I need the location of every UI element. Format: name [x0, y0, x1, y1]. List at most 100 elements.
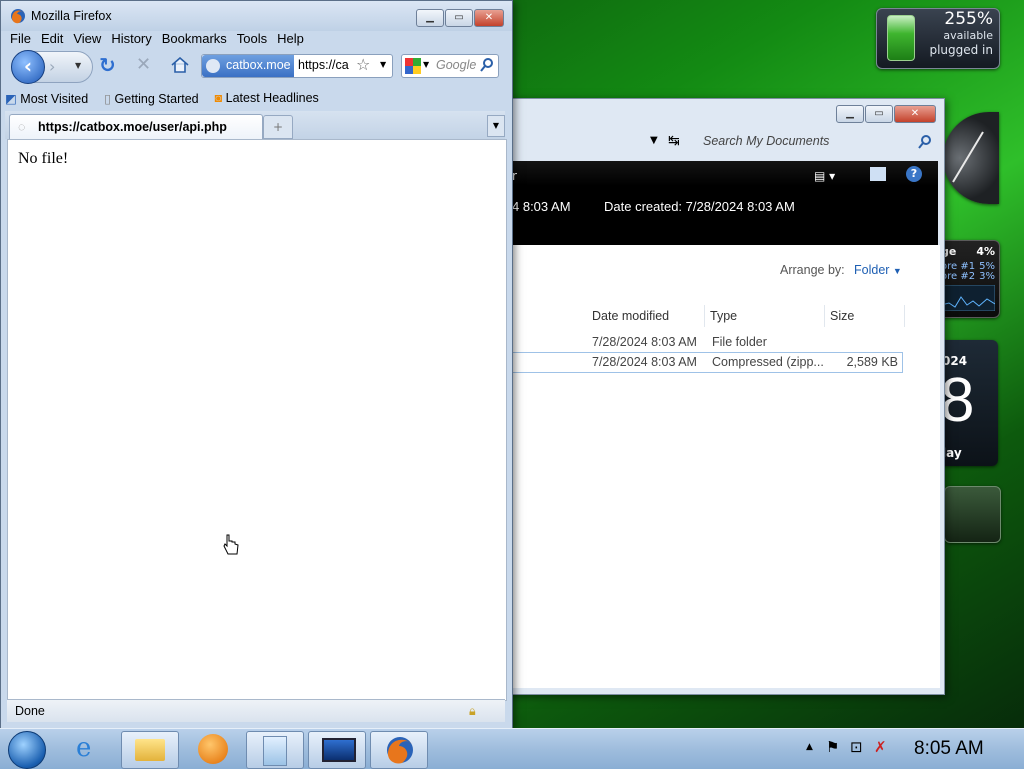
lock-icon: 🔒︎: [469, 704, 476, 718]
views-icon[interactable]: ▤ ▾: [814, 169, 835, 183]
preview-pane-icon[interactable]: [870, 167, 886, 181]
menu-help[interactable]: Help: [272, 30, 309, 48]
documents-icon: [263, 736, 287, 766]
explorer-minimize-button[interactable]: ▁: [836, 105, 864, 123]
firefox-icon: [11, 9, 25, 24]
start-orb-icon[interactable]: [8, 731, 46, 769]
bookmark-folder-icon: ◩: [5, 91, 17, 106]
history-dropdown-icon[interactable]: ▼: [75, 61, 81, 70]
firefox-icon: [387, 737, 413, 764]
feed-gadget[interactable]: [944, 486, 1001, 543]
taskbar-explorer[interactable]: [121, 731, 179, 769]
new-tab-icon[interactable]: +: [263, 115, 293, 139]
search-engine-dropdown-icon[interactable]: ▼: [423, 60, 429, 69]
refresh-icon[interactable]: ↹: [668, 133, 680, 149]
menu-view[interactable]: View: [68, 30, 106, 48]
explorer-close-button[interactable]: ✕: [894, 105, 936, 123]
forward-icon[interactable]: ›: [49, 57, 55, 76]
home-icon[interactable]: [171, 57, 189, 73]
tab-list-icon[interactable]: ▼: [487, 115, 505, 137]
taskbar-firefox[interactable]: [370, 731, 428, 769]
file-row[interactable]: 7/28/2024 8:03 AM Compressed (zipp... 2,…: [512, 352, 903, 373]
window-title: Mozilla Firefox: [31, 9, 112, 23]
menu-history[interactable]: History: [106, 30, 156, 48]
clock-hand-icon: [952, 131, 984, 183]
site-icon: [206, 59, 220, 73]
taskbar-ie[interactable]: e: [62, 731, 118, 767]
cpu-meter-gadget[interactable]: ge 4% ore #1 5% ore #2 3%: [936, 240, 1000, 318]
details-header: r ▤ ▾ ? 4 8:03 AM Date created: 7/28/202…: [512, 161, 938, 245]
search-icon[interactable]: [918, 135, 932, 149]
star-icon[interactable]: ☆: [356, 55, 370, 74]
ie-icon: e: [76, 733, 92, 763]
media-player-icon: [198, 734, 228, 764]
maximize-button[interactable]: ▭: [445, 9, 473, 27]
firefox-titlebar[interactable]: Mozilla Firefox ▁ ▭ ✕: [1, 1, 512, 31]
url-dropdown-icon[interactable]: ▼: [380, 60, 386, 69]
firefox-window[interactable]: Mozilla Firefox ▁ ▭ ✕ File Edit View His…: [0, 0, 513, 730]
arrange-by-dropdown[interactable]: Folder ▼: [854, 263, 902, 277]
help-icon[interactable]: ?: [906, 166, 922, 182]
explorer-maximize-button[interactable]: ▭: [865, 105, 893, 123]
tab-active[interactable]: ◌ https://catbox.moe/user/api.php: [9, 114, 263, 139]
back-icon[interactable]: ‹: [11, 50, 45, 84]
cpu-total: 4%: [976, 245, 995, 258]
date-created: Date created: 7/28/2024 8:03 AM: [604, 199, 795, 214]
column-date-modified[interactable]: Date modified: [588, 305, 705, 327]
file-row[interactable]: 7/28/2024 8:03 AM File folder: [512, 333, 902, 353]
show-hidden-icons[interactable]: ▲: [806, 742, 813, 752]
menu-file[interactable]: File: [5, 30, 36, 48]
search-input[interactable]: Google: [436, 58, 476, 72]
menu-edit[interactable]: Edit: [36, 30, 68, 48]
google-icon[interactable]: [405, 58, 421, 74]
column-size[interactable]: Size: [824, 305, 905, 327]
column-size-label: Size: [830, 309, 855, 323]
stop-icon[interactable]: ✕: [136, 54, 151, 75]
remote-desktop-icon: [322, 738, 356, 762]
reload-icon[interactable]: ↻: [99, 53, 116, 77]
bookmark-latest-headlines[interactable]: ◙ Latest Headlines: [215, 91, 319, 105]
volume-muted-icon[interactable]: ✗: [874, 738, 887, 756]
taskbar-remote-desktop[interactable]: [308, 731, 366, 769]
network-icon[interactable]: ⊡: [850, 738, 863, 756]
battery-icon: [887, 15, 915, 61]
explorer-window-controls: ▁ ▭ ✕: [836, 105, 936, 123]
calendar-day: 8: [940, 366, 975, 435]
close-button[interactable]: ✕: [474, 9, 504, 27]
file-row-date: 7/28/2024 8:03 AM: [592, 355, 697, 369]
column-type[interactable]: Type: [704, 305, 825, 327]
bookmark-getting-started[interactable]: ▯ Getting Started: [104, 91, 198, 106]
search-icon[interactable]: [480, 58, 494, 72]
file-list[interactable]: Arrange by: Folder ▼ Date modified Type …: [512, 245, 940, 688]
firefox-window-controls: ▁ ▭ ✕: [416, 9, 504, 27]
explorer-window[interactable]: ▁ ▭ ✕ ▼ ↹ Search My Documents r ▤ ▾ ? 4 …: [503, 98, 945, 695]
bookmark-most-visited[interactable]: ◩ Most Visited: [5, 91, 88, 106]
page-content[interactable]: No file!: [7, 139, 507, 701]
battery-gadget[interactable]: 255% available plugged in: [876, 8, 1000, 69]
dropdown-arrow-icon[interactable]: ▼: [650, 135, 658, 146]
url-bar[interactable]: catbox.moe https://ca ☆ ▼: [201, 54, 393, 78]
bookmark-label: Most Visited: [20, 91, 89, 106]
menu-bar: File Edit View History Bookmarks Tools H…: [5, 30, 309, 48]
taskbar: e ▲ ⚑ ⊡ ✗ 8:05 AM: [0, 728, 1024, 769]
menu-bookmarks[interactable]: Bookmarks: [157, 30, 232, 48]
tab-title: https://catbox.moe/user/api.php: [38, 120, 227, 134]
clock-gadget[interactable]: [943, 112, 999, 204]
explorer-search-input[interactable]: Search My Documents: [703, 134, 829, 148]
bookmarks-toolbar: ◩ Most Visited ▯ Getting Started ◙ Lates…: [5, 87, 505, 109]
taskbar-media-player[interactable]: [184, 731, 240, 767]
search-bar[interactable]: ▼ Google: [401, 54, 499, 78]
page-text: No file!: [18, 150, 69, 167]
status-text: Done: [15, 704, 45, 718]
site-identity-button[interactable]: catbox.moe: [202, 55, 294, 77]
taskbar-documents[interactable]: [246, 731, 304, 769]
taskbar-clock[interactable]: 8:05 AM: [914, 738, 984, 760]
navigation-toolbar: ‹ › ▼ ↻ ✕ catbox.moe https://ca ☆ ▼ ▼ Go…: [5, 49, 505, 85]
minimize-button[interactable]: ▁: [416, 9, 444, 27]
menu-tools[interactable]: Tools: [232, 30, 272, 48]
file-row-size: 2,589 KB: [846, 355, 898, 369]
flag-icon[interactable]: ⚑: [826, 738, 839, 756]
bookmark-label: Getting Started: [114, 91, 199, 106]
file-row-type: Compressed (zipp...: [712, 355, 824, 369]
calendar-gadget[interactable]: 024 8 lay: [938, 340, 998, 466]
